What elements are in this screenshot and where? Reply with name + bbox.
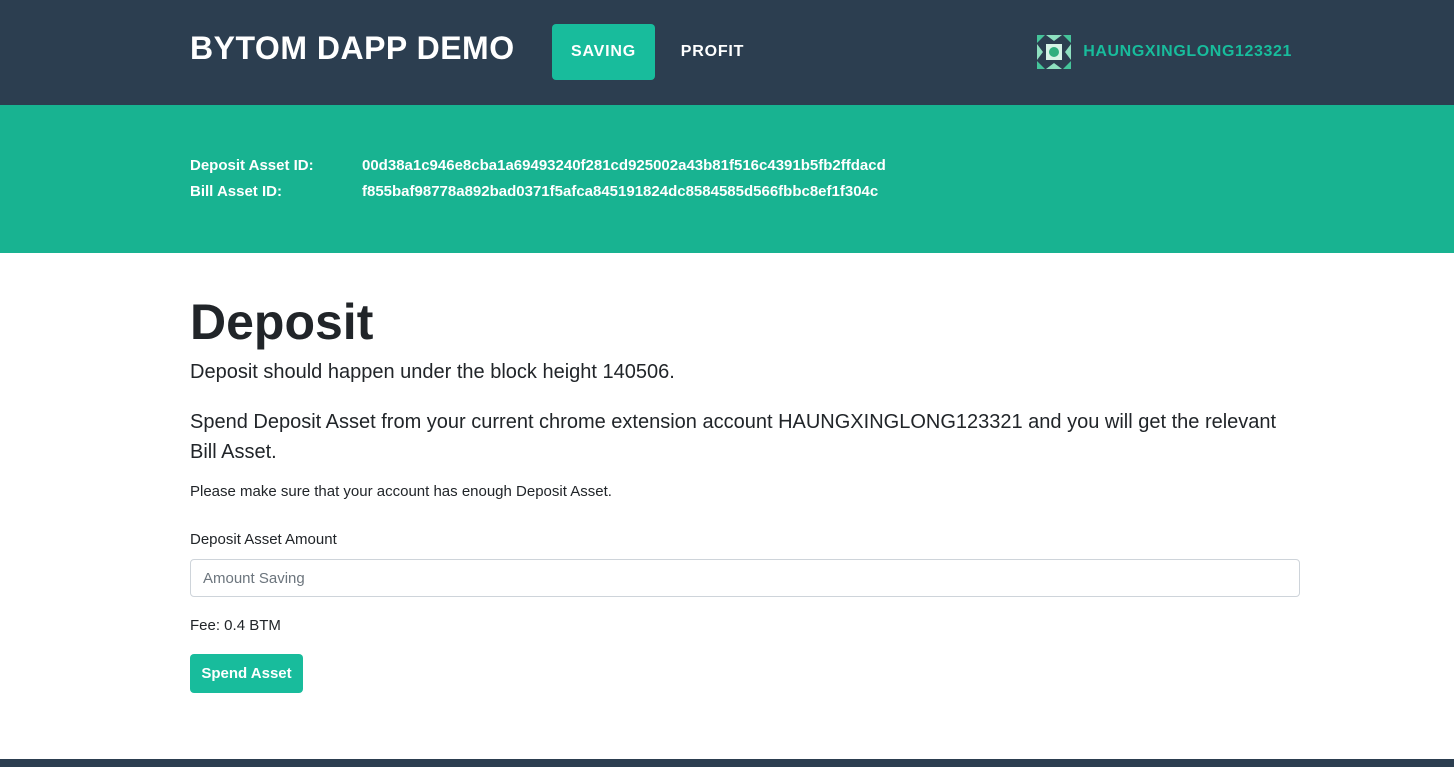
brand-title[interactable]: BYTOM DAPP DEMO bbox=[190, 30, 515, 67]
bill-asset-label: Bill Asset ID: bbox=[190, 183, 282, 200]
block-height-text: Deposit should happen under the block he… bbox=[190, 361, 675, 383]
page-title: Deposit bbox=[190, 294, 374, 350]
footer bbox=[0, 759, 1454, 767]
navbar: BYTOM DAPP DEMO SAVING PROFIT HAUNGXINGL… bbox=[0, 0, 1454, 105]
account-info[interactable]: HAUNGXINGLONG123321 bbox=[1037, 35, 1292, 69]
spend-asset-button[interactable]: Spend Asset bbox=[190, 654, 303, 693]
tab-saving[interactable]: SAVING bbox=[552, 24, 655, 80]
bill-asset-id: f855baf98778a892bad0371f5afca845191824dc… bbox=[362, 183, 879, 200]
amount-label: Deposit Asset Amount bbox=[190, 531, 337, 548]
balance-notice: Please make sure that your account has e… bbox=[190, 483, 612, 500]
amount-input[interactable] bbox=[190, 559, 1300, 597]
deposit-asset-label: Deposit Asset ID: bbox=[190, 157, 314, 174]
fee-text: Fee: 0.4 BTM bbox=[190, 617, 281, 634]
asset-banner: Deposit Asset ID: 00d38a1c946e8cba1a6949… bbox=[0, 105, 1454, 253]
tab-profit[interactable]: PROFIT bbox=[665, 24, 760, 80]
identicon-avatar-icon bbox=[1037, 35, 1072, 69]
account-name: HAUNGXINGLONG123321 bbox=[1083, 43, 1292, 60]
spend-description: Spend Deposit Asset from your current ch… bbox=[190, 411, 1277, 463]
deposit-asset-id: 00d38a1c946e8cba1a69493240f281cd925002a4… bbox=[362, 157, 886, 174]
